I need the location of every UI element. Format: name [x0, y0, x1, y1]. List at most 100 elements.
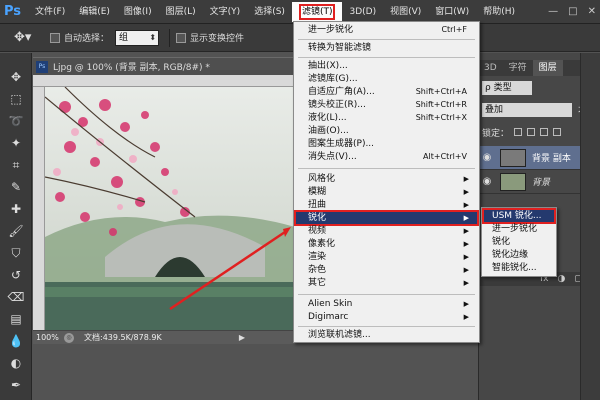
- maximize-icon[interactable]: □: [568, 6, 577, 17]
- sharpen-edges-item[interactable]: 锐化边缘: [484, 249, 554, 261]
- menu-edit[interactable]: 编辑(E): [72, 2, 117, 22]
- move-icon[interactable]: ✥: [4, 67, 28, 87]
- lock-position-icon[interactable]: [540, 128, 549, 136]
- filter-adaptive-wide-angle-item[interactable]: 自适应广角(A)... Shift+Ctrl+A: [296, 86, 477, 98]
- filter-distort-item[interactable]: 扭曲 ▶: [296, 199, 477, 211]
- close-icon[interactable]: ✕: [588, 6, 596, 17]
- menu-view[interactable]: 视图(V): [383, 2, 428, 22]
- move-tool-icon[interactable]: ✥▾: [14, 30, 44, 45]
- filter-oil-paint-item[interactable]: 油画(O)...: [296, 125, 477, 137]
- filter-gallery-item[interactable]: 滤镜库(G)...: [296, 73, 477, 85]
- menu-layer[interactable]: 图层(L): [159, 2, 203, 22]
- status-menu-arrow-icon[interactable]: ▶: [239, 333, 245, 342]
- visibility-eye-icon[interactable]: ◉: [480, 152, 494, 163]
- document-tab[interactable]: Ps Ljpg @ 100% (背景 副本, RGB/8#) *: [33, 57, 295, 75]
- dodge-icon[interactable]: ◐: [4, 353, 28, 373]
- show-transform-checkbox[interactable]: [176, 32, 187, 43]
- menu-type[interactable]: 文字(Y): [203, 2, 248, 22]
- auto-select-target-select[interactable]: 组: [115, 29, 160, 46]
- filter-render-item[interactable]: 渲染 ▶: [296, 251, 477, 263]
- visibility-eye-icon[interactable]: ◉: [480, 176, 494, 187]
- filter-browse-online-item[interactable]: 浏览联机滤镜...: [296, 329, 477, 341]
- filter-stylize-item[interactable]: 风格化 ▶: [296, 173, 477, 185]
- menu-filter[interactable]: 滤镜(T): [291, 1, 343, 22]
- menu-item-label: Alien Skin: [308, 299, 353, 309]
- filter-last-filter-item[interactable]: 进一步锐化 Ctrl+F: [296, 24, 477, 36]
- filter-noise-item[interactable]: 杂色 ▶: [296, 264, 477, 276]
- crop-icon[interactable]: ⌗: [4, 155, 28, 175]
- photoshop-logo: Ps: [4, 3, 22, 19]
- menu-select-label: 选择(S): [254, 6, 285, 17]
- adjustment-icon[interactable]: ◑: [558, 274, 566, 284]
- menu-item-label: 风格化: [308, 174, 336, 184]
- blend-mode-select[interactable]: 叠加: [482, 103, 572, 117]
- filter-other-item[interactable]: 其它 ▶: [296, 277, 477, 289]
- filter-alien-skin-item[interactable]: Alien Skin ▶: [296, 298, 477, 310]
- marquee-icon[interactable]: ⬚: [4, 89, 28, 109]
- filter-liquify-item[interactable]: 液化(L)... Shift+Ctrl+X: [296, 112, 477, 124]
- filter-digimarc-item[interactable]: Digimarc ▶: [296, 311, 477, 323]
- menu-item-label: 自适应广角(A)...: [308, 87, 375, 97]
- layer-name: 背景: [532, 178, 551, 188]
- menu-image[interactable]: 图像(I): [117, 2, 159, 22]
- menu-3d[interactable]: 3D(D): [342, 2, 383, 22]
- menu-item-label: 进一步锐化: [492, 224, 538, 234]
- sharpen-more-item[interactable]: 进一步锐化: [484, 223, 554, 235]
- filter-sharpen-item[interactable]: 锐化 ▶: [294, 210, 479, 226]
- minimize-icon[interactable]: —: [548, 6, 558, 17]
- lock-all-icon[interactable]: [553, 128, 562, 136]
- status-info-icon[interactable]: ◎: [64, 332, 74, 343]
- lock-pixels-icon[interactable]: [527, 128, 536, 136]
- eyedropper-icon[interactable]: ✎: [4, 177, 28, 197]
- filter-vanishing-point-item[interactable]: 消失点(V)... Alt+Ctrl+V: [296, 151, 477, 163]
- layer-kind-select[interactable]: ρ 类型: [482, 81, 532, 95]
- brush-icon[interactable]: 🖌: [4, 221, 28, 241]
- auto-select-label: 自动选择：: [64, 34, 110, 44]
- magic-wand-icon[interactable]: ✦: [4, 133, 28, 153]
- eraser-icon[interactable]: ⌫: [4, 287, 28, 307]
- tab-layers[interactable]: 图层: [532, 60, 563, 76]
- menu-item-label: 液化(L)...: [308, 113, 347, 123]
- history-brush-icon[interactable]: ↺: [4, 265, 28, 285]
- menu-help[interactable]: 帮助(H): [476, 2, 522, 22]
- gradient-icon[interactable]: ▤: [4, 309, 28, 329]
- filter-convert-smart-item[interactable]: 转换为智能滤镜: [296, 42, 477, 54]
- filter-pattern-maker-item[interactable]: 图案生成器(P)...: [296, 138, 477, 150]
- menu-help-label: 帮助(H): [483, 6, 515, 17]
- filter-lens-correction-item[interactable]: 镜头校正(R)... Shift+Ctrl+R: [296, 99, 477, 111]
- tab-character[interactable]: 字符: [503, 60, 533, 76]
- smart-sharpen-item[interactable]: 智能锐化...: [484, 262, 554, 274]
- lock-transparent-icon[interactable]: [514, 128, 523, 136]
- shortcut-label: Shift+Ctrl+A: [415, 87, 467, 96]
- pen-icon[interactable]: ✒: [4, 375, 28, 395]
- sharpen-usm-item[interactable]: USM 锐化...: [482, 208, 556, 224]
- ruler-horizontal: [33, 75, 295, 87]
- blur-icon[interactable]: 💧: [4, 331, 28, 351]
- zoom-level[interactable]: 100%: [36, 333, 64, 342]
- layer-thumbnail: [500, 148, 526, 167]
- healing-brush-icon[interactable]: ✚: [4, 199, 28, 219]
- menu-item-label: Digimarc: [308, 312, 349, 322]
- filter-blur-item[interactable]: 模糊 ▶: [296, 186, 477, 198]
- filter-video-item[interactable]: 视频 ▶: [296, 225, 477, 237]
- submenu-arrow-icon: ▶: [463, 279, 469, 287]
- canvas[interactable]: [45, 87, 295, 330]
- filter-extract-item[interactable]: 抽出(X)...: [296, 60, 477, 72]
- tab-3d[interactable]: 3D: [478, 60, 503, 76]
- clone-stamp-icon[interactable]: ⛉: [4, 243, 28, 263]
- lasso-icon[interactable]: ➰: [4, 111, 28, 131]
- lock-label: 锁定：: [482, 128, 510, 139]
- menu-item-label: 像素化: [308, 239, 336, 249]
- menu-item-label: 浏览联机滤镜...: [308, 330, 371, 340]
- menu-file[interactable]: 文件(F): [28, 2, 72, 22]
- submenu-arrow-icon: ▶: [463, 201, 469, 209]
- submenu-arrow-icon: ▶: [463, 214, 469, 222]
- layer-thumbnail: [500, 172, 526, 191]
- filter-pixelate-item[interactable]: 像素化 ▶: [296, 238, 477, 250]
- auto-select-checkbox[interactable]: [50, 32, 60, 43]
- menu-select[interactable]: 选择(S): [247, 2, 292, 22]
- menu-window[interactable]: 窗口(W): [428, 2, 476, 22]
- menu-item-label: 其它: [308, 278, 327, 288]
- shortcut-label: Shift+Ctrl+X: [415, 113, 467, 122]
- sharpen-item[interactable]: 锐化: [484, 236, 554, 248]
